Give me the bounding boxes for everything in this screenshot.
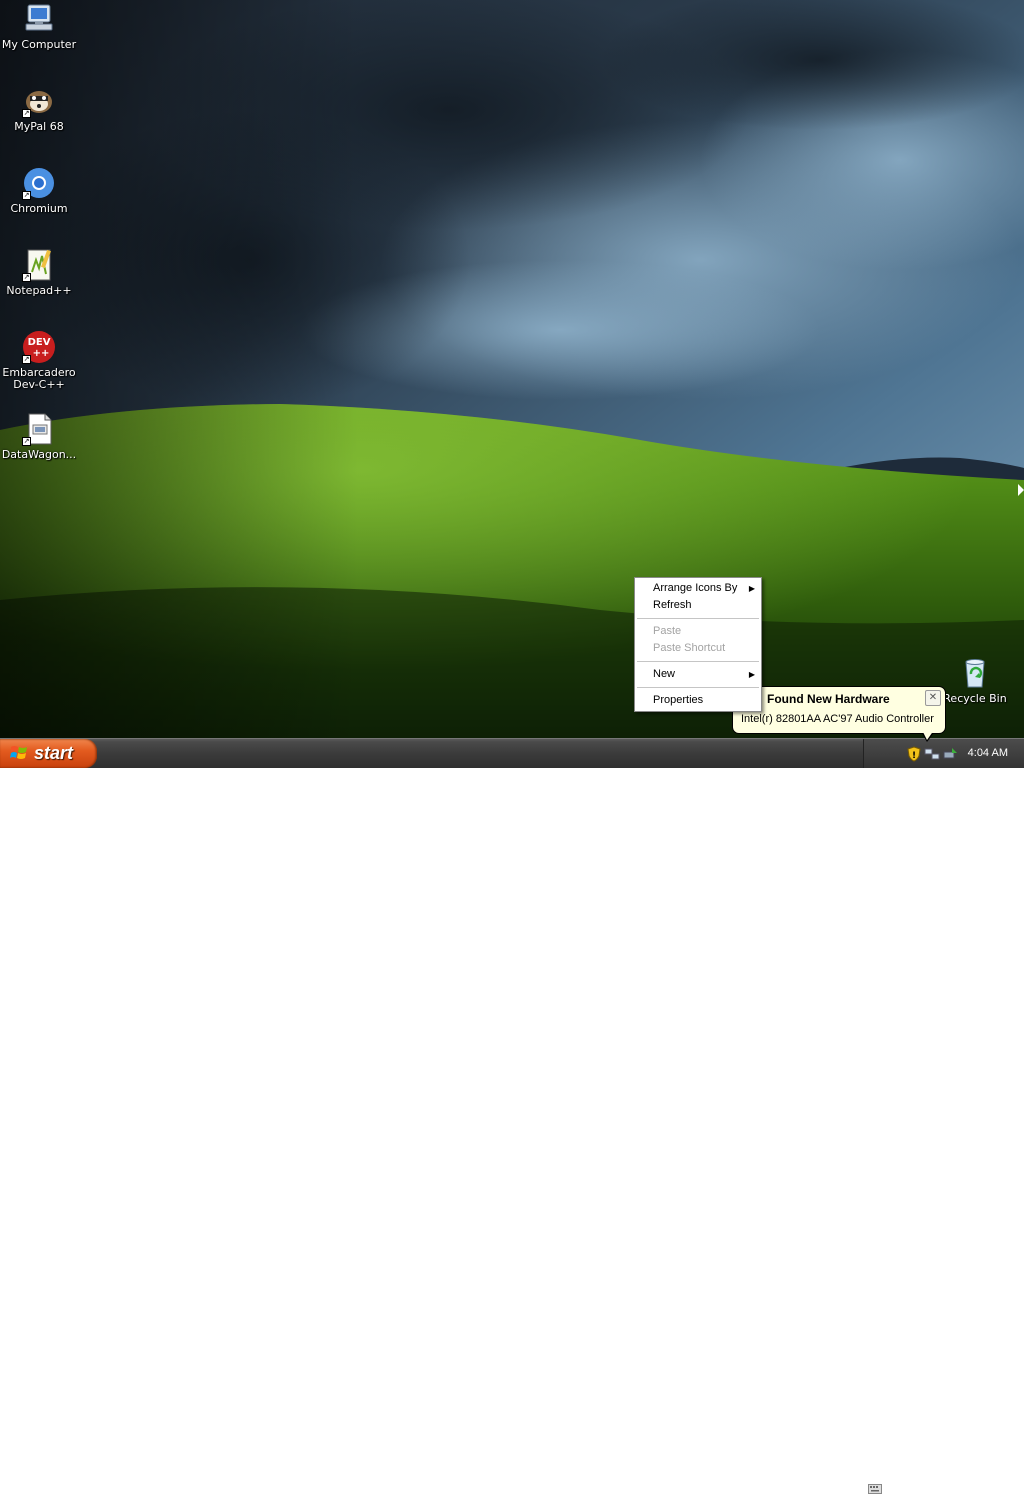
desktop-icon-label: Chromium — [10, 202, 68, 215]
desktop-icon-mypal[interactable]: ↗ MyPal 68 — [0, 84, 78, 133]
balloon-close-button[interactable]: ✕ — [925, 690, 941, 706]
menu-item-paste-shortcut: Paste Shortcut — [635, 640, 761, 657]
system-tray: ! 4:04 AM — [863, 739, 1024, 768]
notification-balloon[interactable]: Found New Hardware Intel(r) 82801AA AC'9… — [732, 686, 946, 734]
taskbar: start ! 4:04 AM — [0, 738, 1024, 1494]
svg-text:++: ++ — [33, 348, 50, 359]
menu-separator — [637, 618, 759, 619]
mypal-icon: ↗ — [22, 84, 56, 118]
balloon-text: Intel(r) 82801AA AC'97 Audio Controller — [741, 713, 934, 725]
balloon-tail-fill — [922, 730, 934, 740]
menu-separator — [637, 687, 759, 688]
chromium-icon: ↗ — [22, 166, 56, 200]
svg-text:DEV: DEV — [28, 337, 51, 348]
notepad-plus-plus-icon: ↗ — [22, 248, 56, 282]
desktop-icon-dev-cpp[interactable]: DEV ++ ↗ Embarcadero Dev-C++ — [0, 330, 78, 391]
menu-item-label: Paste — [653, 625, 682, 637]
start-button[interactable]: start — [0, 739, 97, 768]
submenu-arrow-icon: ▶ — [748, 670, 755, 679]
clock[interactable]: 4:04 AM — [968, 747, 1008, 759]
desktop-context-menu: Arrange Icons By ▶ Refresh Paste Paste S… — [634, 577, 762, 712]
desktop-icon-label: Notepad++ — [6, 284, 72, 297]
desktop[interactable]: My Computer ↗ MyPal 68 ↗ Chromium ↗ Note… — [0, 0, 1024, 738]
menu-item-label: Paste Shortcut — [653, 642, 726, 654]
shortcut-arrow-icon: ↗ — [22, 273, 31, 282]
menu-item-refresh[interactable]: Refresh — [635, 597, 761, 614]
desktop-icon-label: Embarcadero Dev-C++ — [2, 366, 76, 391]
shortcut-arrow-icon: ↗ — [22, 109, 31, 118]
my-computer-icon — [22, 2, 56, 36]
menu-item-label: Properties — [653, 694, 704, 706]
windows-logo-icon — [10, 746, 27, 759]
desktop-icon-label: MyPal 68 — [14, 120, 64, 133]
desktop-icon-datawagon[interactable]: ↗ DataWagon... — [0, 412, 78, 461]
security-shield-icon[interactable]: ! — [906, 746, 922, 762]
menu-item-paste: Paste — [635, 623, 761, 640]
datawagon-icon: ↗ — [22, 412, 56, 446]
menu-item-new[interactable]: New ▶ — [635, 666, 761, 683]
shortcut-arrow-icon: ↗ — [22, 355, 31, 364]
desktop-icon-my-computer[interactable]: My Computer — [0, 2, 78, 51]
menu-item-label: Arrange Icons By — [653, 582, 738, 594]
menu-item-properties[interactable]: Properties — [635, 692, 761, 709]
safely-remove-hardware-icon[interactable] — [942, 746, 958, 762]
menu-item-arrange-icons-by[interactable]: Arrange Icons By ▶ — [635, 580, 761, 597]
desktop-icon-recycle-bin[interactable]: Recycle Bin — [936, 656, 1014, 705]
menu-item-label: New — [653, 668, 676, 680]
desktop-icon-label: My Computer — [1, 38, 77, 51]
balloon-title: Found New Hardware — [767, 692, 890, 706]
wallpaper-bliss — [0, 0, 1024, 738]
menu-separator — [637, 661, 759, 662]
dev-cpp-icon: DEV ++ ↗ — [22, 330, 56, 364]
shortcut-arrow-icon: ↗ — [22, 191, 31, 200]
svg-text:!: ! — [912, 751, 916, 761]
desktop-icon-chromium[interactable]: ↗ Chromium — [0, 166, 78, 215]
shortcut-arrow-icon: ↗ — [22, 437, 31, 446]
cursor-arrow-icon — [1018, 484, 1024, 496]
keyboard-layout-icon[interactable] — [868, 1483, 882, 1495]
start-label: start — [34, 743, 74, 763]
recycle-bin-icon — [958, 656, 992, 690]
menu-item-label: Refresh — [653, 599, 692, 611]
network-icon[interactable] — [924, 746, 940, 762]
submenu-arrow-icon: ▶ — [748, 584, 755, 593]
desktop-icon-notepad-plus-plus[interactable]: ↗ Notepad++ — [0, 248, 78, 297]
desktop-icon-label: Recycle Bin — [943, 692, 1007, 705]
desktop-icon-label: DataWagon... — [1, 448, 77, 461]
